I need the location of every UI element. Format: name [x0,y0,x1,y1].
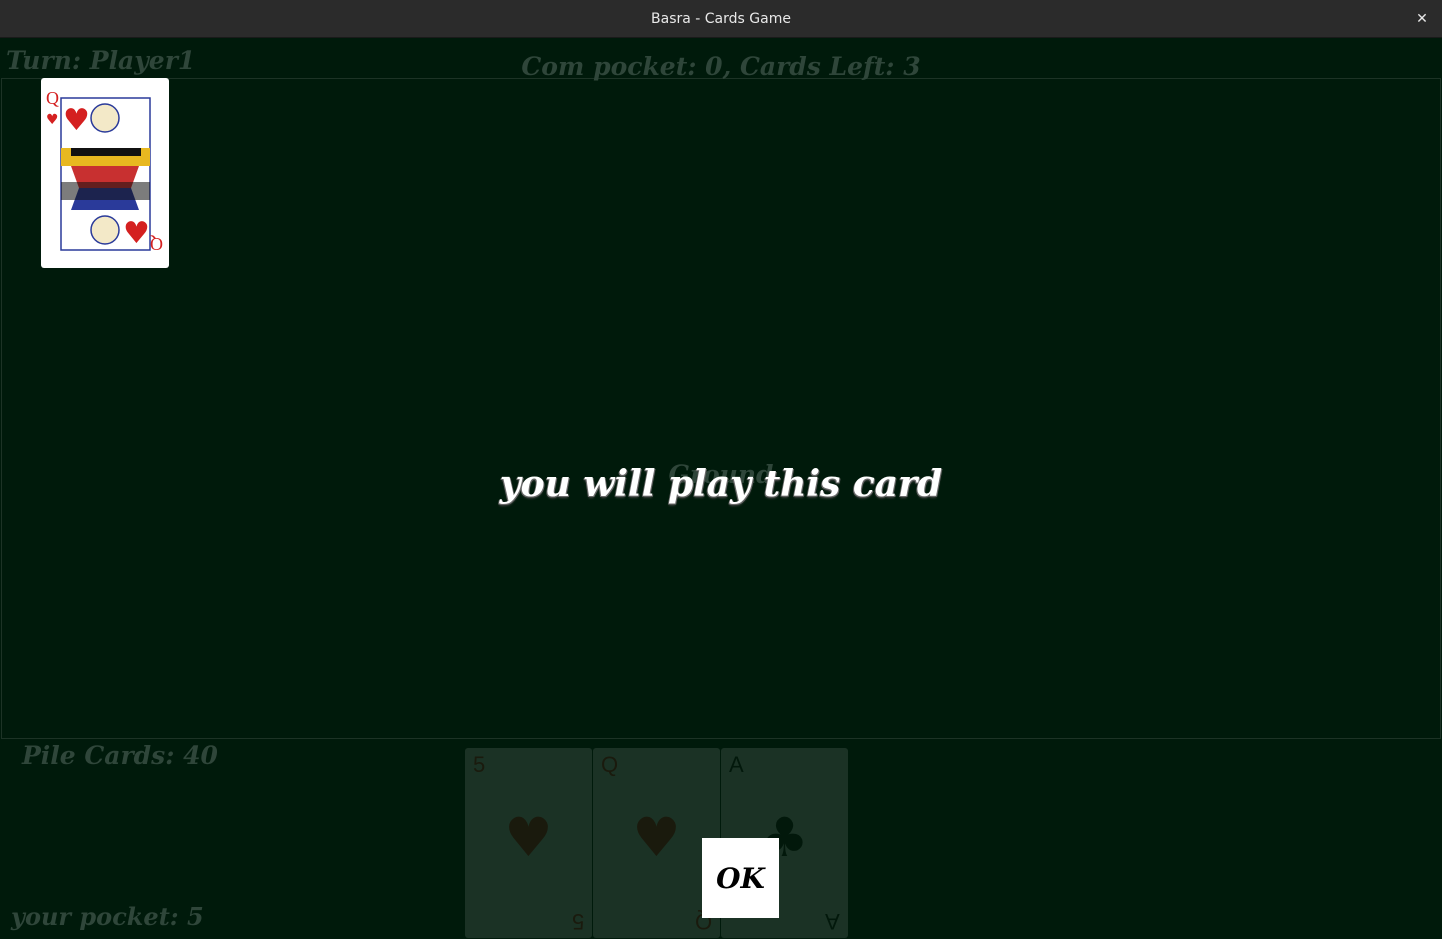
queen-card-face-icon: Q ♥ ♥ ♥ Q [46,88,163,254]
heart-suit-icon: ♥ [504,806,553,869]
card-rank: A [729,752,744,777]
pile-cards-label: Pile Cards: 40 [22,741,218,770]
ok-button[interactable]: OK [702,838,779,918]
card-rank: Q [601,752,619,777]
svg-text:Q: Q [46,88,59,108]
computer-status: Com pocket: 0, Cards Left: 3 [521,52,921,81]
played-card-queen-of-hearts: Q ♥ ♥ ♥ Q [41,78,169,268]
hand-card-queen-of-hearts[interactable]: Q ♥ Q [593,748,720,938]
your-pocket-label: your pocket: 5 [11,902,204,931]
svg-text:Q: Q [150,234,163,254]
card-rank: 5 [571,909,584,934]
play-card-message: you will play this card [499,463,943,505]
heart-suit-icon: ♥ [632,806,681,869]
svg-text:♥: ♥ [46,112,59,128]
card-table [1,78,1441,739]
title-bar: Basra - Cards Game ✕ [0,0,1442,38]
card-rank: A [825,909,840,934]
svg-text:♥: ♥ [123,216,150,251]
close-button[interactable]: ✕ [1412,9,1432,29]
window-title: Basra - Cards Game [651,10,791,27]
svg-text:♥: ♥ [63,103,90,138]
hand-card-five-of-hearts[interactable]: 5 ♥ 5 [465,748,592,938]
card-rank: 5 [473,752,486,777]
